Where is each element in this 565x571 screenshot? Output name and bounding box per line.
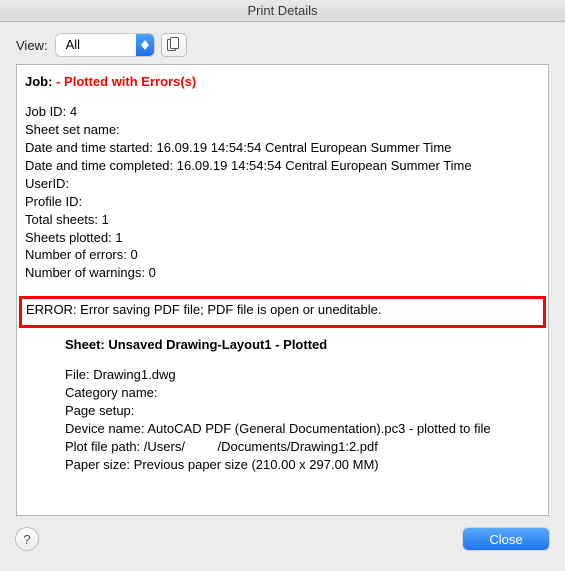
- view-select[interactable]: All: [56, 34, 154, 56]
- sheet-title: Sheet: Unsaved Drawing-Layout1 - Plotted: [65, 336, 540, 354]
- close-button[interactable]: Close: [463, 528, 549, 550]
- view-select-value: All: [56, 34, 136, 56]
- copy-icon: [167, 37, 180, 54]
- window-title: Print Details: [0, 0, 565, 22]
- job-fields: Job ID: 4 Sheet set name: Date and time …: [25, 103, 540, 282]
- copy-button[interactable]: [162, 34, 186, 56]
- error-message: ERROR: Error saving PDF file; PDF file i…: [26, 301, 539, 319]
- toolbar: View: All: [16, 34, 549, 56]
- sheet-block: Sheet: Unsaved Drawing-Layout1 - Plotted…: [65, 336, 540, 474]
- error-highlight: ERROR: Error saving PDF file; PDF file i…: [19, 296, 546, 328]
- chevron-up-down-icon: [136, 34, 154, 56]
- help-button[interactable]: ?: [16, 528, 38, 550]
- details-panel: Job: - Plotted with Errors(s) Job ID: 4 …: [16, 64, 549, 516]
- help-icon: ?: [23, 532, 30, 547]
- job-header: Job: - Plotted with Errors(s): [25, 73, 540, 91]
- view-label: View:: [16, 38, 48, 53]
